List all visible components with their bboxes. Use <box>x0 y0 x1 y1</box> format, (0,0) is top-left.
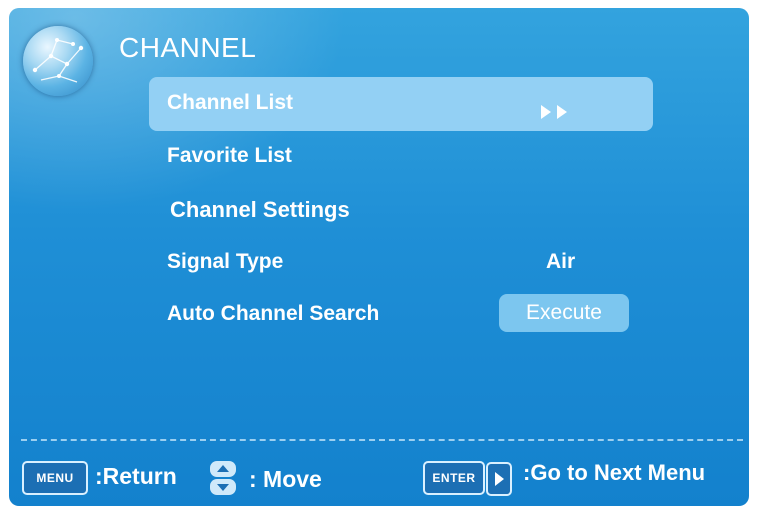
right-arrow-icon <box>486 462 512 496</box>
globe-icon <box>23 26 93 96</box>
menu-title: CHANNEL <box>119 32 257 63</box>
signal-type-value: Air <box>546 250 576 273</box>
menu-item-label[interactable]: Channel List <box>167 91 293 115</box>
up-down-arrow-icon <box>209 460 237 501</box>
menu-item-channel-settings[interactable]: Channel Settings <box>170 197 350 223</box>
menu-item-favorite-list[interactable]: Favorite List <box>167 144 292 168</box>
return-hint: :Return <box>95 463 177 489</box>
tv-menu-screen: CHANNEL Channel List Favorite List Chann… <box>9 8 749 506</box>
double-right-arrow-icon <box>539 103 579 126</box>
enter-key: ENTER <box>423 461 485 495</box>
menu-key: MENU <box>22 461 88 495</box>
footer-divider <box>21 439 743 441</box>
menu-item-signal-type[interactable]: Signal Type <box>167 250 283 274</box>
execute-button[interactable]: Execute <box>499 294 629 332</box>
next-menu-hint: :Go to Next Menu <box>523 460 706 485</box>
menu-item-auto-channel-search[interactable]: Auto Channel Search <box>167 302 379 326</box>
move-hint: : Move <box>249 466 322 492</box>
